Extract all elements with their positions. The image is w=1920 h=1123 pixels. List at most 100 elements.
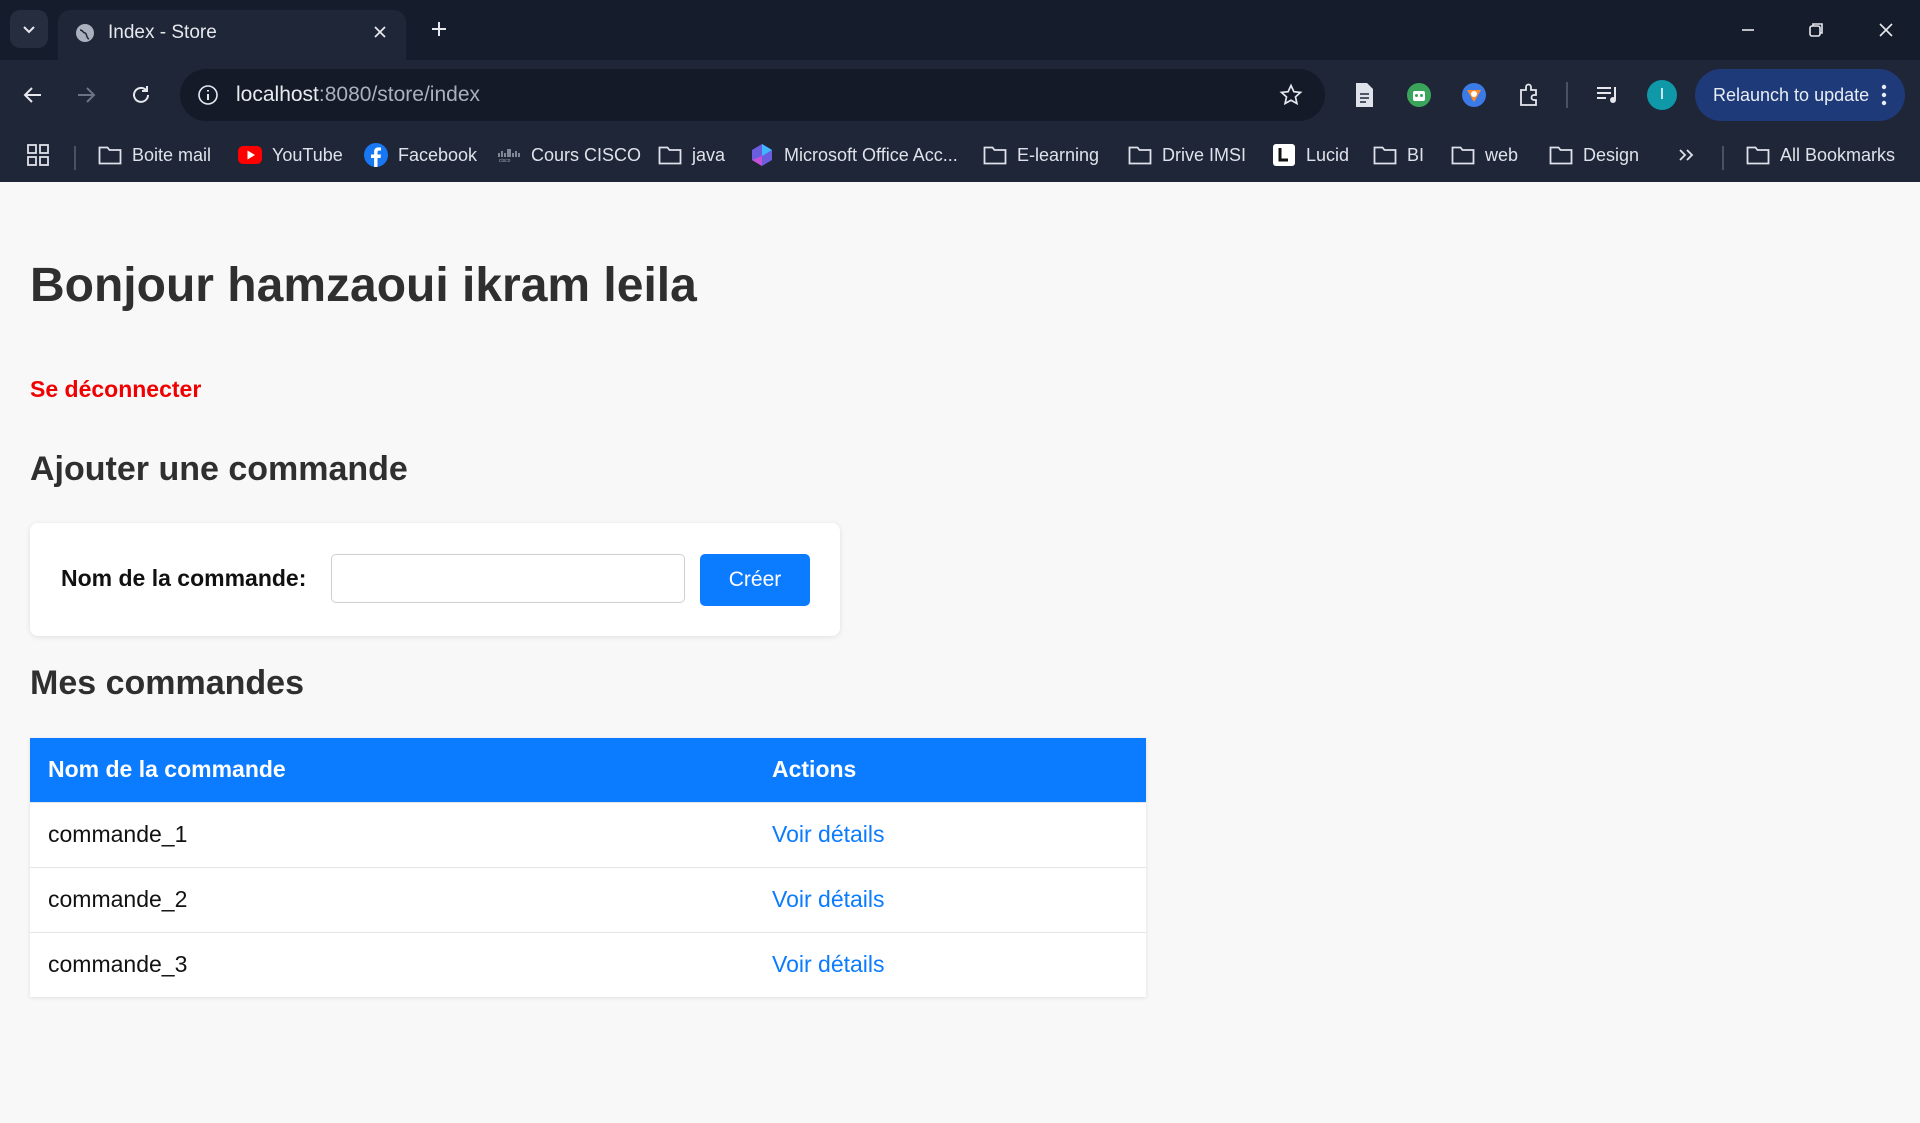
create-order-button[interactable]: Créer xyxy=(700,554,810,606)
order-name-cell: commande_1 xyxy=(48,821,188,847)
orders-table: Nom de la commande Actions commande_1 Vo… xyxy=(30,738,1146,997)
all-bookmarks-label: All Bookmarks xyxy=(1780,144,1896,165)
order-actions-cell: Voir détails xyxy=(754,802,1146,867)
all-bookmarks-button[interactable]: All Bookmarks xyxy=(1746,140,1895,170)
bookmark-drive-imsi[interactable]: Drive IMSI xyxy=(1128,140,1246,170)
more-bookmarks-chevron-icon[interactable] xyxy=(1676,140,1696,170)
cisco-icon: cisco xyxy=(497,143,521,167)
bookmark-label: Microsoft Office Acc... xyxy=(784,144,958,165)
page-content: Bonjour hamzaoui ikram leila Se déconnec… xyxy=(0,182,1920,1123)
relaunch-to-update-button[interactable]: Relaunch to update xyxy=(1695,69,1905,121)
column-header-actions: Actions xyxy=(772,756,857,783)
bookmark-youtube[interactable]: YouTube xyxy=(238,140,343,170)
bookmark-star-icon[interactable] xyxy=(1277,81,1305,109)
puzzle-extensions-icon[interactable] xyxy=(1513,79,1545,111)
greeting-title: Bonjour hamzaoui ikram leila xyxy=(30,259,697,312)
bookmark-label: Drive IMSI xyxy=(1162,144,1247,165)
table-row: commande_3 Voir détails xyxy=(30,932,1146,997)
document-extension-icon[interactable] xyxy=(1348,79,1380,111)
order-name-input[interactable] xyxy=(331,554,685,603)
minimize-icon[interactable] xyxy=(1728,12,1768,48)
bookmark-design[interactable]: Design xyxy=(1549,140,1639,170)
bookmark-e-learning[interactable]: E-learning xyxy=(983,140,1099,170)
view-details-link[interactable]: Voir détails xyxy=(772,951,885,977)
youtube-icon xyxy=(238,143,262,167)
profile-avatar[interactable]: I xyxy=(1647,80,1677,110)
media-control-icon[interactable] xyxy=(1592,79,1624,111)
bookmark-label: Facebook xyxy=(398,144,478,165)
table-row: commande_2 Voir détails xyxy=(30,867,1146,932)
lucid-icon xyxy=(1272,143,1296,167)
url-text: localhost:8080/store/index xyxy=(236,83,480,107)
bookmark-facebook[interactable]: Facebook xyxy=(364,140,477,170)
logout-link[interactable]: Se déconnecter xyxy=(30,376,201,403)
table-row: commande_1 Voir détails xyxy=(30,802,1146,867)
bookmark-lucid[interactable]: Lucid xyxy=(1272,140,1349,170)
bookmark-java[interactable]: java xyxy=(658,140,725,170)
bookmark-boite-mail[interactable]: Boite mail xyxy=(98,140,211,170)
back-icon[interactable] xyxy=(14,76,52,114)
tab-title: Index - Store xyxy=(108,22,217,43)
new-tab-icon[interactable] xyxy=(424,14,454,44)
folder-icon xyxy=(98,143,122,167)
close-window-icon[interactable] xyxy=(1866,12,1906,48)
folder-icon xyxy=(658,143,682,167)
bookmark-divider xyxy=(1722,146,1724,170)
apps-grid-icon[interactable] xyxy=(26,140,50,170)
add-order-heading: Ajouter une commande xyxy=(30,450,408,488)
site-info-icon[interactable] xyxy=(194,81,222,109)
bookmark-microsoft-office[interactable]: Microsoft Office Acc... xyxy=(750,140,958,170)
globe-icon xyxy=(76,24,94,42)
toolbar-divider xyxy=(1566,82,1568,108)
relaunch-label: Relaunch to update xyxy=(1713,85,1870,105)
folder-icon xyxy=(1373,143,1397,167)
restore-icon[interactable] xyxy=(1796,12,1836,48)
svg-text:cisco: cisco xyxy=(499,158,511,163)
bookmark-label: web xyxy=(1485,144,1519,165)
order-name-cell: commande_2 xyxy=(48,886,188,912)
bookmark-label: YouTube xyxy=(272,144,343,165)
robot-extension-icon[interactable] xyxy=(1403,79,1435,111)
bookmark-label: Cours CISCO xyxy=(531,144,642,165)
folder-icon xyxy=(1451,143,1475,167)
order-actions-cell: Voir détails xyxy=(754,867,1146,932)
reload-icon[interactable] xyxy=(122,76,160,114)
table-header-row: Nom de la commande Actions xyxy=(30,738,1146,802)
my-orders-heading: Mes commandes xyxy=(30,664,304,702)
folder-icon xyxy=(1746,143,1770,167)
view-details-link[interactable]: Voir détails xyxy=(772,886,885,912)
bookmarks-bar: Boite mail YouTube Facebook cisco Cours … xyxy=(0,130,1920,182)
folder-icon xyxy=(1128,143,1152,167)
bookmark-label: BI xyxy=(1407,144,1425,165)
more-menu-icon[interactable] xyxy=(1877,81,1891,109)
folder-icon xyxy=(1549,143,1573,167)
bookmark-bi[interactable]: BI xyxy=(1373,140,1424,170)
bookmark-web[interactable]: web xyxy=(1451,140,1518,170)
url-path: :8080/store/index xyxy=(318,83,480,106)
close-tab-icon[interactable] xyxy=(368,20,392,44)
column-header-name: Nom de la commande xyxy=(48,756,286,783)
browser-toolbar: localhost:8080/store/index I Relaunch to… xyxy=(0,60,1920,130)
chevron-down-icon xyxy=(23,26,35,34)
forward-icon[interactable] xyxy=(67,76,105,114)
order-actions-cell: Voir détails xyxy=(754,932,1146,997)
bookmark-label: java xyxy=(692,144,726,165)
browser-chrome: Index - Store localhost:8080/store/index… xyxy=(0,0,1920,182)
shield-extension-icon[interactable] xyxy=(1458,79,1490,111)
order-name-cell: commande_3 xyxy=(48,951,188,978)
view-details-link[interactable]: Voir détails xyxy=(772,821,885,847)
bookmark-label: Boite mail xyxy=(132,144,212,165)
facebook-icon xyxy=(364,143,388,167)
office-icon xyxy=(750,143,774,167)
address-bar[interactable]: localhost:8080/store/index xyxy=(180,69,1325,121)
bookmark-label: E-learning xyxy=(1017,144,1100,165)
bookmark-label: Design xyxy=(1583,144,1640,165)
active-tab[interactable]: Index - Store xyxy=(58,10,406,60)
tab-search-button[interactable] xyxy=(10,10,48,48)
folder-icon xyxy=(983,143,1007,167)
bookmark-cours-cisco[interactable]: cisco Cours CISCO xyxy=(497,140,641,170)
bookmark-divider xyxy=(74,146,76,170)
bookmark-label: Lucid xyxy=(1306,144,1350,165)
url-host: localhost xyxy=(236,83,319,106)
order-name-label: Nom de la commande: xyxy=(61,565,307,591)
